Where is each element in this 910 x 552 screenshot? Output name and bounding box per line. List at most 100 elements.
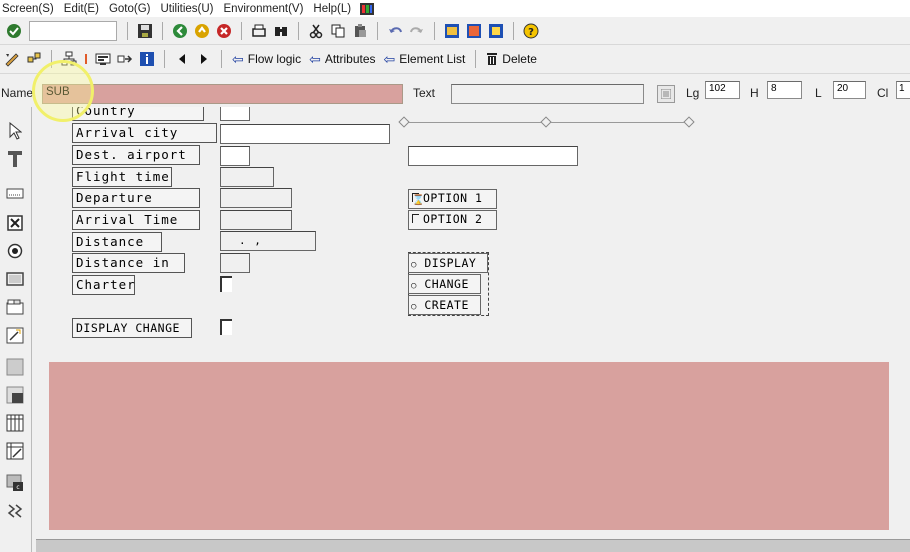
custom-control-tool-icon[interactable]: c bbox=[5, 473, 25, 493]
text-field[interactable] bbox=[451, 84, 644, 104]
customize-layout-icon[interactable] bbox=[360, 2, 375, 15]
svg-text:c: c bbox=[16, 484, 19, 491]
radio-circle-icon: ○ bbox=[411, 260, 417, 270]
arrival-time-input[interactable] bbox=[220, 210, 292, 230]
layout-menu-icon[interactable] bbox=[486, 21, 506, 41]
information-icon[interactable] bbox=[137, 49, 157, 69]
copy-icon[interactable] bbox=[328, 21, 348, 41]
menu-screen[interactable]: Screen(S) bbox=[2, 3, 59, 15]
display-change-button[interactable]: DISPLAY CHANGE bbox=[72, 318, 192, 338]
dictionary-icon[interactable] bbox=[657, 85, 675, 103]
cancel-icon[interactable] bbox=[214, 21, 234, 41]
table-control-tool-icon[interactable] bbox=[5, 413, 25, 433]
option-2-label: OPTION 2 bbox=[423, 212, 483, 226]
menu-edit[interactable]: Edit(E) bbox=[59, 3, 104, 15]
print-icon[interactable] bbox=[249, 21, 269, 41]
element-list-label: Element List bbox=[399, 52, 466, 66]
next-object-icon[interactable] bbox=[194, 49, 214, 69]
tabstrip-wizard-icon[interactable] bbox=[5, 325, 25, 345]
delete-button[interactable]: Delete bbox=[482, 52, 541, 66]
paste-icon[interactable] bbox=[350, 21, 370, 41]
subscreen-area[interactable] bbox=[49, 362, 889, 530]
country-label[interactable]: Country bbox=[72, 107, 204, 121]
country-input[interactable] bbox=[220, 107, 250, 121]
distance-in-input[interactable] bbox=[220, 253, 250, 273]
lg-field-value: 102 bbox=[709, 83, 726, 94]
l-field[interactable]: 20 bbox=[833, 81, 866, 99]
name-field[interactable]: SUB bbox=[42, 84, 403, 104]
departure-input[interactable] bbox=[220, 188, 292, 208]
charter-label[interactable]: Charter bbox=[72, 275, 135, 295]
find-icon[interactable] bbox=[271, 21, 291, 41]
menu-utilities[interactable]: Utilities(U) bbox=[155, 3, 218, 15]
menu-environment[interactable]: Environment(V) bbox=[219, 3, 309, 15]
tabstrip-tool-icon[interactable] bbox=[5, 297, 25, 317]
flight-time-label[interactable]: Flight time bbox=[72, 167, 172, 187]
other-object-icon[interactable] bbox=[24, 49, 44, 69]
distance-label[interactable]: Distance bbox=[72, 232, 162, 252]
arrival-time-label[interactable]: Arrival Time bbox=[72, 210, 200, 230]
distance-in-label[interactable]: Distance in bbox=[72, 253, 185, 273]
free-input-field[interactable] bbox=[408, 146, 578, 166]
display-change-checkbox[interactable] bbox=[220, 319, 232, 335]
generate-shortcut-icon[interactable] bbox=[464, 21, 484, 41]
element-attributes-row: Name SUB Text Lg 102 H 8 L 20 Cl 1 bbox=[0, 74, 910, 107]
h-field[interactable]: 8 bbox=[767, 81, 802, 99]
flow-logic-label: Flow logic bbox=[247, 52, 302, 66]
change-display-icon[interactable] bbox=[2, 49, 22, 69]
cut-icon[interactable] bbox=[306, 21, 326, 41]
distance-input[interactable]: . , bbox=[220, 231, 316, 251]
cl-field[interactable]: 1 bbox=[896, 81, 910, 99]
save-icon[interactable] bbox=[135, 21, 155, 41]
checkbox-tool-icon[interactable] bbox=[5, 213, 25, 233]
pushbutton-tool-icon[interactable] bbox=[5, 269, 25, 289]
box-tool-icon[interactable] bbox=[5, 357, 25, 377]
status-icon-tool-icon[interactable] bbox=[5, 501, 25, 521]
input-field-tool-icon[interactable] bbox=[5, 183, 25, 203]
arrival-city-label-text: Arrival city bbox=[76, 125, 179, 140]
distance-input-mask: . , bbox=[239, 234, 262, 247]
undo-icon[interactable] bbox=[385, 21, 405, 41]
redo-icon[interactable] bbox=[407, 21, 427, 41]
subscreen-tool-icon[interactable] bbox=[5, 385, 25, 405]
resize-handle-middle[interactable] bbox=[540, 116, 552, 128]
departure-label[interactable]: Departure bbox=[72, 188, 200, 208]
table-control-wizard-icon[interactable] bbox=[5, 441, 25, 461]
arrival-time-label-text: Arrival Time bbox=[76, 212, 179, 227]
navigation-icon[interactable] bbox=[115, 49, 135, 69]
flight-time-label-text: Flight time bbox=[76, 169, 170, 184]
dest-airport-label[interactable]: Dest. airport bbox=[72, 145, 200, 165]
previous-object-icon[interactable] bbox=[172, 49, 192, 69]
resize-handle-right[interactable] bbox=[683, 116, 695, 128]
element-list-button[interactable]: ⇦ Element List bbox=[380, 51, 470, 68]
help-icon[interactable]: ? bbox=[521, 21, 541, 41]
screen-test-icon[interactable] bbox=[93, 49, 113, 69]
arrival-city-label[interactable]: Arrival city bbox=[72, 123, 217, 143]
attributes-button[interactable]: ⇦ Attributes bbox=[305, 51, 379, 68]
radio-display-label: DISPLAY bbox=[424, 256, 477, 270]
exit-icon[interactable] bbox=[192, 21, 212, 41]
radio-create-label: CREATE bbox=[424, 298, 469, 312]
radio-circle-icon: ○ bbox=[411, 281, 417, 291]
charter-checkbox[interactable] bbox=[220, 276, 232, 292]
lg-field[interactable]: 102 bbox=[705, 81, 740, 99]
enter-check-icon[interactable] bbox=[4, 21, 24, 41]
menu-help[interactable]: Help(L) bbox=[308, 3, 356, 15]
command-field[interactable] bbox=[29, 20, 117, 41]
arrival-city-input[interactable] bbox=[220, 124, 390, 144]
flow-logic-button[interactable]: ⇦ Flow logic bbox=[228, 51, 305, 68]
flight-time-input[interactable] bbox=[220, 167, 274, 187]
radio-button-tool-icon[interactable] bbox=[5, 241, 25, 261]
text-field-tool-icon[interactable] bbox=[5, 149, 25, 169]
resize-handle-left[interactable] bbox=[398, 116, 410, 128]
dest-airport-input[interactable] bbox=[220, 146, 250, 166]
radio-circle-icon: ○ bbox=[411, 302, 417, 312]
create-session-icon[interactable] bbox=[442, 21, 462, 41]
radio-change-label: CHANGE bbox=[424, 277, 469, 291]
arrow-left-icon: ⇦ bbox=[309, 50, 321, 67]
menu-goto[interactable]: Goto(G) bbox=[104, 3, 156, 15]
back-icon[interactable] bbox=[170, 21, 190, 41]
pointer-icon[interactable] bbox=[5, 121, 25, 141]
text-label: Text bbox=[413, 86, 436, 100]
cl-field-value: 1 bbox=[899, 83, 905, 94]
